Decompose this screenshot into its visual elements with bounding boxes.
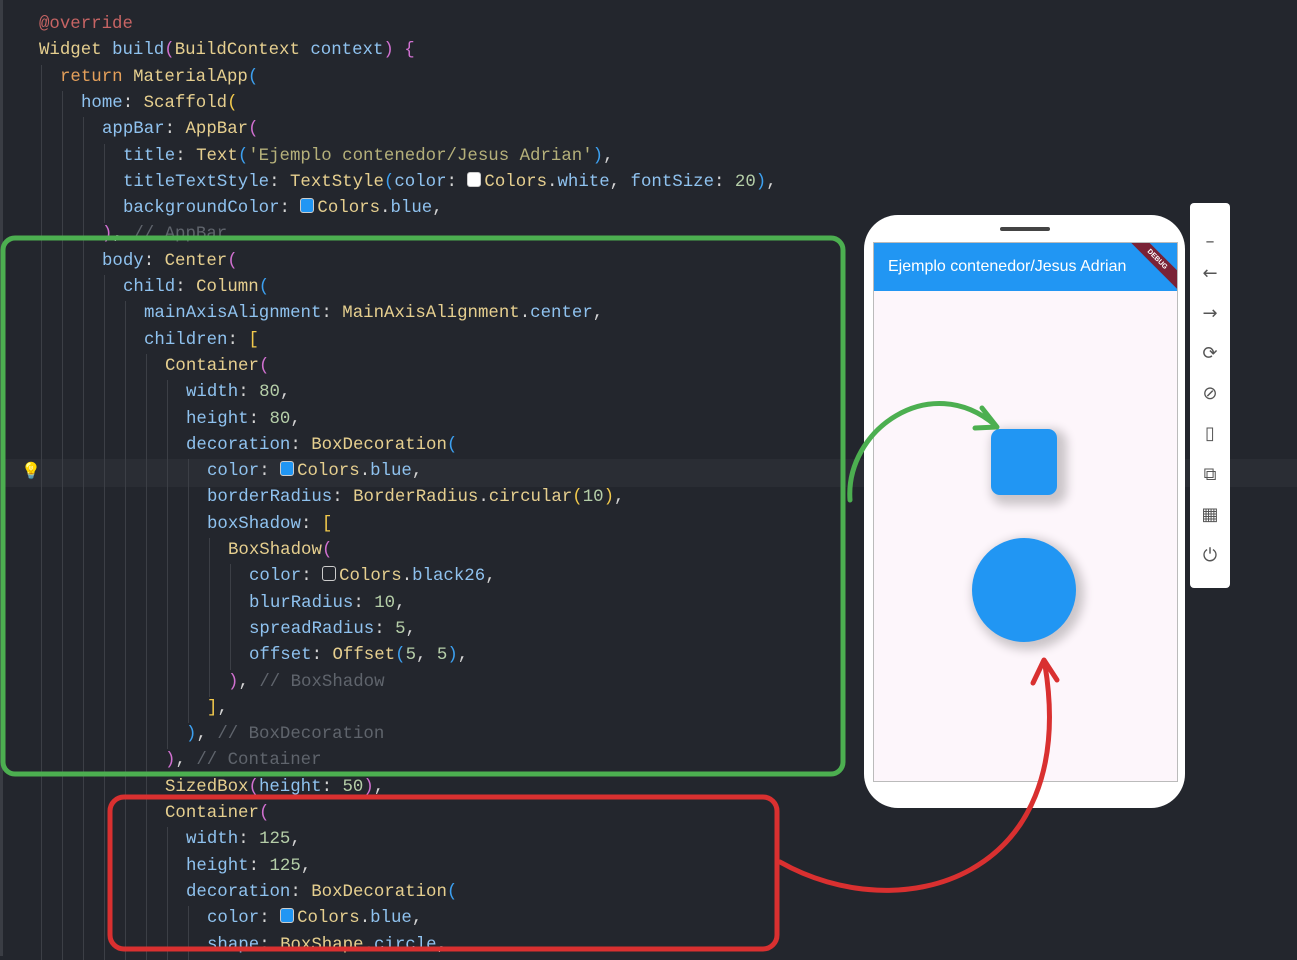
red-highlight-box	[107, 794, 780, 952]
green-highlight-box	[0, 235, 846, 777]
green-arrow	[847, 401, 998, 503]
annotations	[0, 235, 1060, 952]
red-arrow	[777, 662, 1052, 893]
